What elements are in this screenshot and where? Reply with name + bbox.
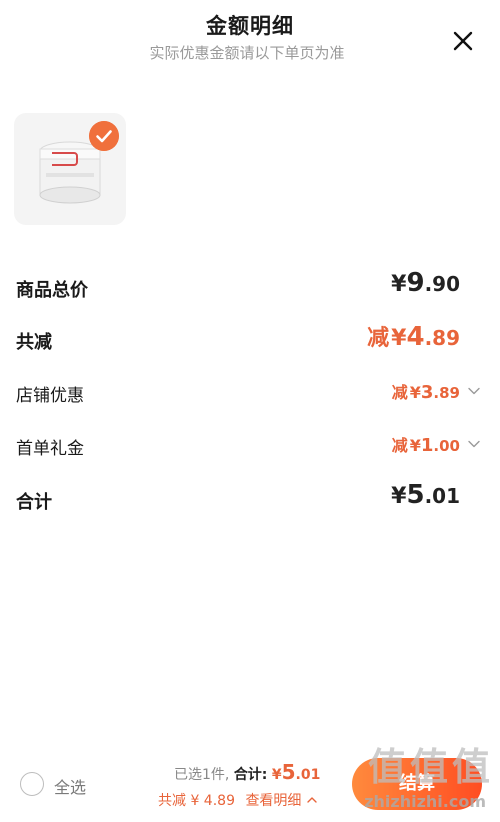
- total-discount-label: 共减: [16, 332, 52, 353]
- chevron-down-icon[interactable]: [466, 383, 482, 399]
- selected-count: 已选1件,: [174, 767, 230, 783]
- watermark: 值值值: [367, 745, 494, 789]
- row-shop-discount[interactable]: 店铺优惠 减 ¥ 3 .89: [16, 373, 482, 413]
- row-total-discount: 共减 减 ¥ 4 .89: [16, 320, 482, 360]
- sum-label: 合计: [16, 492, 52, 513]
- row-first-order-gift[interactable]: 首单礼金 减 ¥ 1 .00: [16, 426, 482, 466]
- bottom-amount-int: 5: [281, 760, 296, 784]
- shop-discount-label: 店铺优惠: [16, 386, 84, 406]
- bottom-total-label: 合计:: [233, 767, 268, 783]
- page-title: 金额明细: [206, 14, 294, 38]
- bottom-discount-text: 共减 ¥ 4.89: [158, 793, 235, 809]
- check-icon[interactable]: [89, 121, 119, 151]
- sum-value: ¥ 5 .01: [391, 480, 460, 510]
- total-discount-value: 减 ¥ 4 .89: [367, 322, 460, 352]
- select-all-label[interactable]: 全选: [54, 774, 86, 798]
- first-order-gift-value: 减 ¥ 1 .00: [391, 435, 460, 456]
- page-subtitle: 实际优惠金额请以下单页为准: [149, 44, 345, 62]
- selection-summary: 已选1件, 合计: ¥5.01: [174, 760, 320, 784]
- first-order-gift-label: 首单礼金: [16, 439, 84, 459]
- discount-detail-toggle[interactable]: 共减 ¥ 4.89 查看明细: [158, 790, 318, 810]
- row-total-price: 商品总价 ¥ 9 .90: [16, 268, 482, 308]
- chevron-down-icon[interactable]: [466, 436, 482, 452]
- close-icon[interactable]: [448, 26, 478, 56]
- bottom-amount-dec: .01: [295, 767, 321, 783]
- view-detail-label: 查看明细: [245, 793, 302, 809]
- header: 金额明细 实际优惠金额请以下单页为准: [0, 0, 500, 90]
- shop-discount-value: 减 ¥ 3 .89: [391, 382, 460, 403]
- watermark-url: zhizhizhi.com: [364, 792, 486, 811]
- chevron-up-icon: [307, 797, 317, 803]
- total-price-label: 商品总价: [16, 280, 88, 301]
- total-price-value: ¥ 9 .90: [391, 268, 460, 298]
- bottom-currency: ¥: [271, 767, 282, 783]
- row-sum: 合计 ¥ 5 .01: [16, 480, 482, 520]
- select-all-radio[interactable]: [20, 772, 44, 796]
